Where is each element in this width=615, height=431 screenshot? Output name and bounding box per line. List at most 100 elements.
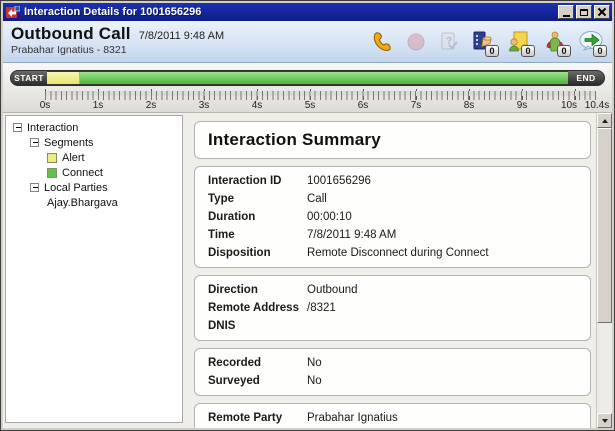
field-value: Call <box>307 193 590 205</box>
collapse-icon[interactable] <box>30 183 39 192</box>
field-label: Duration <box>195 211 307 223</box>
scrollbar-thumb[interactable] <box>597 128 612 323</box>
interaction-details-window: Interaction Details for 1001656296 Outbo… <box>0 0 615 431</box>
field-label: Recorded <box>195 357 307 369</box>
field-value: Remote Disconnect during Connect <box>307 247 590 259</box>
tree-node-local-parties[interactable]: Local Parties <box>6 180 182 195</box>
tick-7s: 7s <box>411 100 422 111</box>
tree-label-alert: Alert <box>62 152 85 164</box>
end-label: END <box>576 73 595 83</box>
timeline-start-handle[interactable]: START <box>11 71 47 85</box>
field-row: Interaction ID 1001656296 <box>195 172 590 190</box>
tree-label-local-party: Ajay.Bhargava <box>47 197 118 209</box>
field-label: DNIS <box>195 320 307 332</box>
tree-node-segments[interactable]: Segments <box>6 135 182 150</box>
chat-count-badge: 0 <box>593 45 607 57</box>
summary-group-recorded: Recorded No Surveyed No <box>194 348 591 396</box>
field-value: Prabahar Ignatius <box>307 412 590 424</box>
call-toolbar: ? 0 0 <box>369 24 606 58</box>
summary-title-box: Interaction Summary <box>194 121 591 159</box>
phone-icon <box>370 30 395 55</box>
arrow-down-icon <box>602 419 608 423</box>
field-value: 00:00:10 <box>307 211 590 223</box>
tree-label-local-parties: Local Parties <box>44 182 108 194</box>
tree-node-interaction[interactable]: Interaction <box>6 120 182 135</box>
tick-3s: 3s <box>199 100 210 111</box>
scroll-down-button[interactable] <box>597 413 612 428</box>
field-value: 7/8/2011 9:48 AM <box>307 229 590 241</box>
timeline-slider[interactable]: START END <box>10 70 605 86</box>
timeline-segment-connect[interactable] <box>80 72 568 84</box>
tick-2s: 2s <box>146 100 157 111</box>
field-label: Direction <box>195 284 307 296</box>
field-row: Remote Party Prabahar Ignatius <box>195 409 590 427</box>
assistance-icon: ? <box>437 30 461 54</box>
tick-10s: 10s <box>561 100 577 111</box>
content-area: Interaction Segments Alert Connect Local… <box>3 113 612 428</box>
scroll-up-button[interactable] <box>597 113 612 128</box>
tree-node-local-party[interactable]: Ajay.Bhargava <box>6 195 182 210</box>
record-call-button[interactable] <box>402 26 429 58</box>
notes-button[interactable]: 0 <box>504 26 534 58</box>
summary-group-direction: Direction Outbound Remote Address /8321 … <box>194 275 591 341</box>
field-label: Interaction ID <box>195 175 307 187</box>
window-title: Interaction Details for 1001656296 <box>24 6 556 18</box>
summary-panel: Interaction Summary Interaction ID 10016… <box>187 113 595 428</box>
field-value: No <box>307 375 590 387</box>
field-label: Type <box>195 193 307 205</box>
notes-count-badge: 0 <box>521 45 535 57</box>
title-bar: Interaction Details for 1001656296 <box>3 3 612 21</box>
summary-title: Interaction Summary <box>195 130 590 150</box>
tree-node-alert[interactable]: Alert <box>6 150 182 165</box>
field-label: Disposition <box>195 247 307 259</box>
summary-group-remote-party: Remote Party Prabahar Ignatius <box>194 403 591 428</box>
field-row: Surveyed No <box>195 372 590 390</box>
close-icon <box>598 8 606 16</box>
minimize-button[interactable] <box>558 5 574 19</box>
timeline-end-handle[interactable]: END <box>568 71 604 85</box>
collapse-icon[interactable] <box>13 123 22 132</box>
collapse-icon[interactable] <box>30 138 39 147</box>
timeline-segment-alert[interactable] <box>47 72 80 84</box>
pickup-call-button[interactable] <box>369 26 396 58</box>
tick-1s: 1s <box>93 100 104 111</box>
minimize-icon <box>563 15 570 17</box>
timeline-section: START END 0s 1s 2s 3s 4s 5s 6s 7s 8s 9s … <box>3 63 612 113</box>
chat-reply-button[interactable]: 0 <box>576 26 606 58</box>
arrow-up-icon <box>602 119 608 123</box>
field-label: Remote Party <box>195 412 307 424</box>
participants-count-badge: 0 <box>557 45 571 57</box>
field-row: Type Call <box>195 190 590 208</box>
participants-button[interactable]: 0 <box>540 26 570 58</box>
maximize-button[interactable] <box>576 5 592 19</box>
close-button[interactable] <box>594 5 610 19</box>
tree-label-segments: Segments <box>44 137 94 149</box>
field-value: No <box>307 357 590 369</box>
vertical-scrollbar[interactable] <box>596 113 611 428</box>
connect-color-swatch <box>47 168 57 178</box>
app-icon <box>6 6 20 19</box>
field-row: DNIS <box>195 317 590 335</box>
field-row: Time 7/8/2011 9:48 AM <box>195 226 590 244</box>
summary-group-general: Interaction ID 1001656296 Type Call Dura… <box>194 166 591 268</box>
tick-9s: 9s <box>517 100 528 111</box>
start-label: START <box>14 73 44 83</box>
call-party: Prabahar Ignatius - 8321 <box>11 44 369 56</box>
tick-4s: 4s <box>252 100 263 111</box>
maximize-icon <box>580 9 588 16</box>
tick-0s: 0s <box>40 100 51 111</box>
request-assistance-button[interactable]: ? <box>435 26 462 58</box>
attributes-count-badge: 0 <box>485 45 499 57</box>
alert-color-swatch <box>47 153 57 163</box>
call-header: Outbound Call 7/8/2011 9:48 AM Prabahar … <box>3 21 612 63</box>
field-value: 1001656296 <box>307 175 590 187</box>
field-value: /8321 <box>307 302 590 314</box>
field-label: Surveyed <box>195 375 307 387</box>
field-label: Time <box>195 229 307 241</box>
tick-6s: 6s <box>358 100 369 111</box>
tree-node-connect[interactable]: Connect <box>6 165 182 180</box>
attributes-button[interactable]: 0 <box>468 26 498 58</box>
tree-label-connect: Connect <box>62 167 103 179</box>
tick-8s: 8s <box>464 100 475 111</box>
field-value: Outbound <box>307 284 590 296</box>
